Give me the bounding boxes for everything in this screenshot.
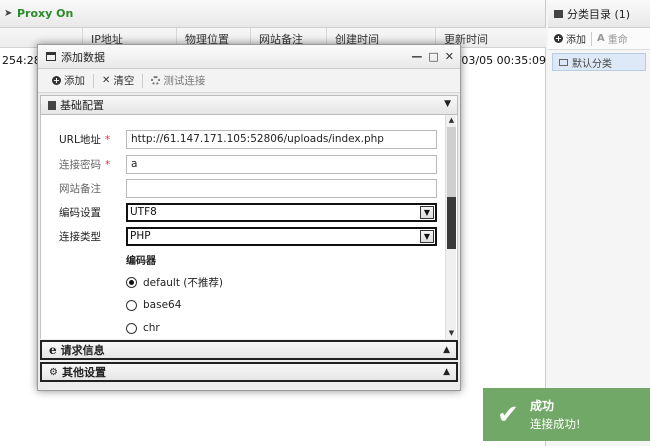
type-label: 连接类型: [59, 230, 101, 243]
password-row: 连接密码 * a: [41, 154, 441, 174]
success-toast: ✔ 成功 连接成功!: [483, 388, 650, 441]
category-header: 分类目录 (1): [548, 0, 650, 28]
encoder-option-chr[interactable]: chr: [126, 322, 160, 334]
plus-circle-icon: +: [554, 34, 563, 43]
password-label: 连接密码 *: [59, 158, 111, 171]
form-scrollbar[interactable]: ▲ ▼: [445, 115, 456, 339]
section-other-title: 其他设置: [61, 366, 106, 379]
password-input[interactable]: a: [126, 154, 437, 174]
note-row: 网站备注: [41, 178, 441, 198]
required-mark: *: [104, 133, 111, 146]
checkmark-icon: ✔: [497, 399, 519, 430]
encoder-option-base64[interactable]: base64: [126, 299, 181, 311]
encoding-row: 编码设置 UTF8 ▼: [41, 202, 441, 222]
category-pane: 分类目录 (1) + 添加 A 重命 默认分类: [548, 0, 650, 446]
clear-button-label: 清空: [113, 75, 135, 87]
clear-button[interactable]: ✕ 清空: [102, 73, 134, 88]
section-request-header[interactable]: e 请求信息 ▲: [40, 340, 458, 360]
close-icon: ✕: [102, 75, 111, 86]
url-row: URL地址 * http://61.147.171.105:52806/uploa…: [41, 129, 441, 149]
add-button[interactable]: + 添加: [52, 73, 85, 88]
chevron-up-icon: ▲: [443, 345, 450, 355]
close-button[interactable]: ✕: [445, 50, 454, 63]
required-mark: *: [105, 158, 111, 171]
url-label: URL地址 *: [59, 133, 111, 146]
category-add-button[interactable]: 添加: [566, 31, 586, 46]
test-connection-button[interactable]: 测试连接: [151, 73, 205, 88]
encoding-value: UTF8: [130, 205, 157, 218]
type-row: 连接类型 PHP ▼: [41, 226, 441, 246]
section-basic-header[interactable]: 基础配置 ▼: [40, 95, 458, 115]
category-item-label: 默认分类: [572, 58, 612, 70]
font-a-icon: A: [597, 33, 605, 44]
window-icon: [46, 52, 56, 61]
radio-unchecked[interactable]: [126, 322, 137, 334]
add-data-dialog: 添加数据 — □ ✕ + 添加 ✕ 清空 测试连接 基础配置 ▼ URL地址 * …: [37, 44, 461, 391]
document-icon: [48, 100, 56, 110]
chevron-up-icon: ▲: [443, 367, 450, 377]
toast-message: 连接成功!: [530, 417, 581, 431]
section-basic-title: 基础配置: [60, 99, 104, 112]
cogs-icon: ⚙: [49, 366, 58, 378]
radio-unchecked[interactable]: [126, 299, 137, 311]
dialog-titlebar[interactable]: 添加数据 — □ ✕: [38, 45, 460, 69]
encoding-label: 编码设置: [59, 206, 101, 219]
url-input[interactable]: http://61.147.171.105:52806/uploads/inde…: [126, 129, 437, 149]
app-title: Proxy On: [17, 7, 74, 20]
chevron-down-icon: ▼: [420, 205, 434, 219]
encoding-select[interactable]: UTF8 ▼: [126, 202, 437, 222]
encoder-option-default[interactable]: default (不推荐): [126, 275, 223, 290]
scroll-up-icon[interactable]: ▲: [446, 115, 457, 126]
toolbar-divider: [142, 73, 144, 88]
type-value: PHP: [130, 229, 151, 242]
ie-icon: e: [49, 343, 57, 357]
category-rename-button[interactable]: 重命: [608, 31, 628, 46]
encoder-option-label: base64: [143, 299, 182, 311]
type-select[interactable]: PHP ▼: [126, 226, 437, 246]
scrollbar-track: [447, 127, 456, 197]
test-connection-label: 测试连接: [163, 75, 206, 87]
folder-outline-icon: [559, 58, 568, 66]
basic-config-form: URL地址 * http://61.147.171.105:52806/uploa…: [40, 115, 458, 339]
category-item-default[interactable]: 默认分类: [552, 53, 646, 71]
note-input[interactable]: [126, 178, 437, 198]
minimize-button[interactable]: —: [411, 50, 422, 63]
plus-circle-icon: +: [52, 76, 61, 85]
toolbar-divider: [93, 73, 94, 88]
toast-title: 成功: [530, 399, 555, 413]
encoder-option-label: chr: [143, 322, 160, 334]
encoder-option-label: default (不推荐): [143, 277, 223, 289]
chevron-down-icon: ▼: [444, 99, 451, 109]
row-cell-updated: /03/05 00:35:09: [457, 54, 546, 67]
app-titlebar: ➤ Proxy On: [0, 0, 545, 28]
encoder-label: 编码器: [126, 256, 156, 267]
scrollbar-thumb[interactable]: [447, 197, 456, 249]
dialog-toolbar: + 添加 ✕ 清空 测试连接: [38, 69, 460, 93]
maximize-button[interactable]: □: [428, 50, 438, 63]
section-request-title: 请求信息: [60, 344, 105, 357]
toolbar-divider: [591, 31, 592, 46]
radio-checked[interactable]: [126, 277, 137, 288]
chevron-down-icon: ▼: [420, 229, 434, 243]
note-label: 网站备注: [59, 182, 101, 195]
paper-plane-icon: ➤: [4, 7, 13, 19]
category-title: 分类目录 (1): [567, 7, 631, 21]
section-other-header[interactable]: ⚙ 其他设置 ▲: [40, 362, 458, 382]
scroll-down-icon[interactable]: ▼: [446, 328, 457, 339]
category-toolbar: + 添加 A 重命: [548, 28, 650, 50]
folder-icon: [554, 9, 563, 18]
dialog-title: 添加数据: [61, 50, 105, 64]
spinner-icon: [151, 76, 161, 85]
add-button-label: 添加: [64, 75, 85, 87]
